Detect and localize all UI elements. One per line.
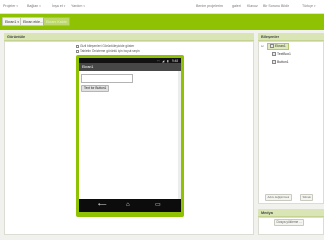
chevron-down-icon: ▾	[313, 4, 316, 8]
button1[interactable]: Text for Button1	[81, 85, 110, 92]
checkbox-box[interactable]	[76, 49, 79, 53]
menu-connect-label: Bağlan	[27, 4, 39, 8]
tree-item-label: Ekran1	[275, 44, 286, 48]
media-header: Medya	[258, 209, 324, 217]
tree-item-button1[interactable]: Button1	[272, 59, 289, 66]
link-gallery[interactable]: galeri	[232, 4, 241, 8]
screen-select-button[interactable]: Ekran1▾	[2, 17, 22, 26]
phone-preview: ◠ ◢ ▮ 9:48 Ekran1 Text for Button1 ⟵ ⌂ ▭	[76, 55, 184, 217]
menu-projects-label: Projeler	[3, 4, 16, 8]
tree-item-textbox1[interactable]: TextBox1	[272, 51, 291, 58]
collapse-icon[interactable]: ⊟	[261, 44, 264, 48]
tree-item-label: Button1	[277, 60, 289, 64]
menu-build[interactable]: İnşa et▾	[52, 4, 65, 8]
phone-screen[interactable]: Text for Button1	[79, 71, 181, 199]
hidden-components-checkbox[interactable]: Gizli bileşenleri Görüntüleyicide göster	[76, 44, 134, 48]
menu-help-label: Yardım	[71, 4, 83, 8]
chevron-down-icon: ▾	[39, 4, 41, 8]
chevron-down-icon: ▾	[16, 4, 18, 8]
language-label: Türkçe	[302, 4, 313, 8]
tablet-preview-label: Tabletin Önizleme görüntü için boyut seç…	[80, 49, 140, 53]
recent-apps-icon: ▭	[155, 202, 161, 208]
menu-connect[interactable]: Bağlan▾	[27, 4, 41, 8]
checkbox-box[interactable]	[76, 44, 79, 48]
chevron-down-icon: ▾	[17, 20, 19, 24]
phone-nav-bar: ⟵ ⌂ ▭	[79, 199, 181, 212]
upload-file-button[interactable]: Dosya yükleme ...	[274, 219, 305, 226]
tablet-preview-checkbox[interactable]: Tabletin Önizleme görüntü için boyut seç…	[76, 49, 140, 53]
link-my-projects[interactable]: Benim projelerim	[196, 4, 223, 8]
delete-button[interactable]: Silmek	[300, 194, 314, 201]
phone-time: 9:48	[172, 58, 179, 63]
home-icon: ⌂	[126, 202, 130, 208]
remove-screen-button[interactable]: Ekranı Kaldır	[43, 17, 70, 26]
screen-select-label: Ekran1	[5, 20, 17, 24]
chevron-down-icon: ▾	[83, 4, 85, 8]
textbox1[interactable]	[81, 74, 133, 83]
menu-help[interactable]: Yardım▾	[71, 4, 85, 8]
viewer-header: Görüntüle	[4, 33, 254, 41]
tree-item-screen1[interactable]: Ekran1	[267, 43, 289, 50]
screen-icon	[270, 44, 274, 49]
button-icon	[272, 60, 276, 65]
phone-scrollbar[interactable]	[178, 71, 181, 199]
language-select[interactable]: Türkçe▾	[302, 4, 316, 8]
phone-screen-title: Ekran1	[79, 63, 181, 71]
menu-build-label: İnşa et	[52, 4, 63, 8]
project-toolbar: Ekran1▾ Ekran ekle... Ekranı Kaldır	[0, 14, 324, 30]
top-menu-bar: Projeler▾ Bağlan▾ İnşa et▾ Yardım▾ Benim…	[0, 0, 324, 14]
textbox-icon	[272, 52, 276, 57]
components-header: Bileşenler	[258, 33, 324, 41]
components-panel	[258, 41, 324, 204]
menu-projects[interactable]: Projeler▾	[3, 4, 18, 8]
battery-icon: ▮	[167, 58, 169, 63]
tree-item-label: TextBox1	[277, 52, 291, 56]
wifi-icon: ◠	[157, 58, 160, 63]
signal-icon: ◢	[162, 58, 165, 63]
back-icon: ⟵	[98, 202, 107, 208]
link-report-issue[interactable]: Bir Sorunu Bildir	[263, 4, 289, 8]
rename-button[interactable]: Adını değiştirmek	[265, 194, 292, 201]
link-guide[interactable]: Klavuz	[247, 4, 258, 8]
chevron-down-icon: ▾	[63, 4, 66, 8]
hidden-components-label: Gizli bileşenleri Görüntüleyicide göster	[80, 44, 135, 48]
